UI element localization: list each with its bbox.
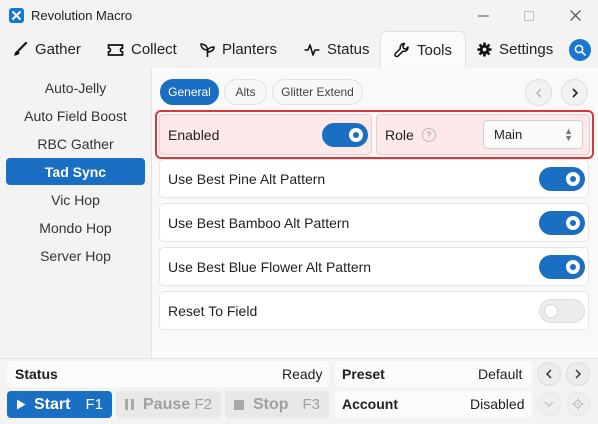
title-bar: Revolution Macro xyxy=(0,0,598,31)
sidebar-item-tad-sync[interactable]: Tad Sync xyxy=(6,158,145,185)
pulse-icon xyxy=(304,43,320,56)
setting-label: Use Best Blue Flower Alt Pattern xyxy=(168,258,372,275)
tab-label: Settings xyxy=(499,41,554,58)
subtab-glitter-extend[interactable]: Glitter Extend xyxy=(272,79,363,105)
best-blue-flower-toggle[interactable] xyxy=(539,255,585,279)
search-button[interactable] xyxy=(569,39,591,61)
start-button[interactable]: Start F1 xyxy=(7,391,112,418)
tab-label: Collect xyxy=(131,41,177,58)
chevron-left-icon xyxy=(545,369,552,379)
main-tab-bar: Gather Collect Planters Status Tools Set… xyxy=(0,31,598,68)
pause-label: Pause xyxy=(143,395,191,413)
stop-button[interactable]: Stop F3 xyxy=(225,391,329,418)
sidebar-item-auto-field-boost[interactable]: Auto Field Boost xyxy=(6,102,145,129)
minimize-button[interactable] xyxy=(460,0,506,31)
tab-tools[interactable]: Tools xyxy=(380,31,467,68)
sprout-icon xyxy=(200,42,215,57)
close-button[interactable] xyxy=(552,0,598,31)
account-dropdown-button[interactable] xyxy=(537,392,561,416)
setting-label: Use Best Pine Alt Pattern xyxy=(168,170,326,187)
best-bamboo-toggle[interactable] xyxy=(539,211,585,235)
window-title: Revolution Macro xyxy=(31,8,133,23)
tools-sidebar: Auto-Jelly Auto Field Boost RBC Gather T… xyxy=(0,68,152,358)
tab-label: Tools xyxy=(417,41,453,59)
subtab-next-button[interactable] xyxy=(561,79,588,106)
sidebar-item-auto-jelly[interactable]: Auto-Jelly xyxy=(6,74,145,101)
preset-label: Preset xyxy=(342,366,385,382)
status-label: Status xyxy=(15,366,58,382)
subtab-prev-button[interactable] xyxy=(525,79,552,106)
sidebar-item-vic-hop[interactable]: Vic Hop xyxy=(6,186,145,213)
account-label: Account xyxy=(342,396,398,412)
setting-label: Use Best Bamboo Alt Pattern xyxy=(168,214,350,231)
stop-label: Stop xyxy=(253,395,289,413)
tab-label: Gather xyxy=(35,41,81,58)
setting-row-best-pine: Use Best Pine Alt Pattern xyxy=(159,159,589,198)
tab-settings[interactable]: Settings xyxy=(477,31,553,68)
sidebar-item-server-hop[interactable]: Server Hop xyxy=(6,242,145,269)
tab-planters[interactable]: Planters xyxy=(200,31,277,68)
account-value: Disabled xyxy=(470,396,525,412)
start-hotkey: F1 xyxy=(85,396,103,413)
wrench-icon xyxy=(394,42,409,58)
tab-label: Planters xyxy=(222,41,278,58)
tab-label: Status xyxy=(327,41,370,58)
stop-hotkey: F3 xyxy=(302,396,320,413)
chevron-right-icon xyxy=(575,369,582,379)
paintbrush-icon xyxy=(14,42,28,56)
sidebar-item-mondo-hop[interactable]: Mondo Hop xyxy=(6,214,145,241)
account-settings-button[interactable] xyxy=(566,392,590,416)
highlight-outline xyxy=(155,110,594,159)
chevron-down-icon xyxy=(544,401,554,407)
chevron-right-icon xyxy=(571,87,578,98)
app-logo-icon xyxy=(9,8,24,23)
gear-icon xyxy=(477,42,492,57)
chevron-left-icon xyxy=(535,87,542,98)
pause-button[interactable]: Pause F2 xyxy=(116,391,221,418)
stop-icon xyxy=(234,399,244,410)
tab-status[interactable]: Status xyxy=(304,31,370,68)
subtab-alts[interactable]: Alts xyxy=(224,79,267,105)
maximize-button[interactable] xyxy=(506,0,552,31)
setting-row-best-bamboo: Use Best Bamboo Alt Pattern xyxy=(159,203,589,242)
preset-value: Default xyxy=(478,366,523,382)
search-icon xyxy=(574,44,586,56)
gear-icon xyxy=(572,398,584,410)
tab-collect[interactable]: Collect xyxy=(107,31,177,68)
preset-next-button[interactable] xyxy=(566,362,590,386)
ticket-icon xyxy=(107,43,124,56)
status-value: Ready xyxy=(282,366,323,382)
sidebar-item-rbc-gather[interactable]: RBC Gather xyxy=(6,130,145,157)
play-icon xyxy=(17,399,26,410)
preset-prev-button[interactable] xyxy=(537,362,561,386)
pause-icon xyxy=(125,399,134,410)
subtab-general[interactable]: General xyxy=(160,79,219,105)
setting-row-reset-to-field: Reset To Field xyxy=(159,291,589,330)
setting-label: Reset To Field xyxy=(168,302,258,319)
reset-to-field-toggle[interactable] xyxy=(539,299,585,323)
pause-hotkey: F2 xyxy=(194,396,212,413)
setting-row-best-blue-flower: Use Best Blue Flower Alt Pattern xyxy=(159,247,589,286)
tab-gather[interactable]: Gather xyxy=(13,31,81,68)
best-pine-toggle[interactable] xyxy=(539,167,585,191)
start-label: Start xyxy=(34,395,71,413)
